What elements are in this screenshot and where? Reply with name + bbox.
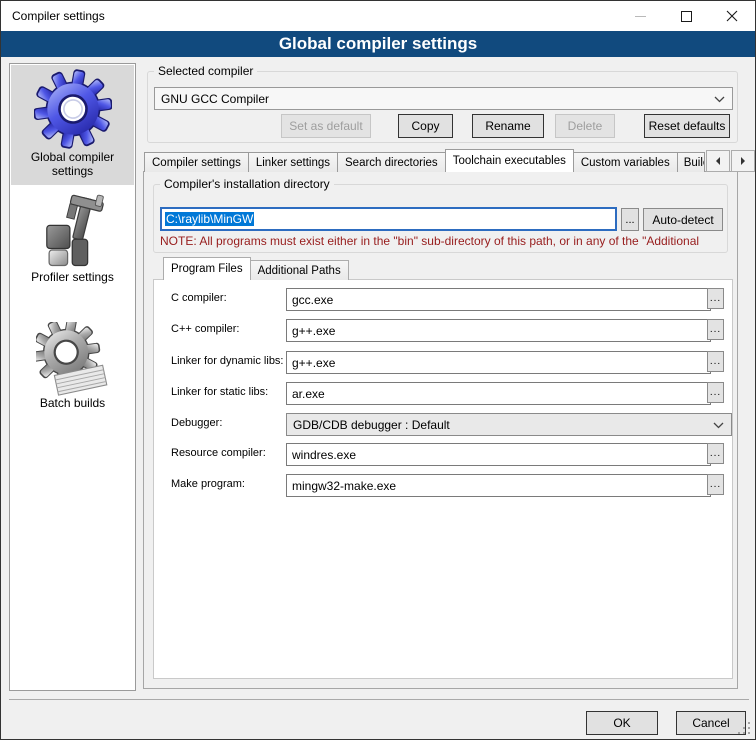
cancel-button[interactable]: Cancel [676,711,746,735]
browse-directory-button[interactable]: ... [621,208,639,231]
toolchain-executables-panel: Compiler's installation directory C:\ray… [143,171,738,689]
sidebar-item-global-compiler-settings[interactable]: Global compiler settings [11,65,134,185]
arrow-right-icon [740,157,746,165]
rename-button[interactable]: Rename [472,114,544,138]
window-title: Compiler settings [12,9,105,23]
tab-linker-settings[interactable]: Linker settings [248,152,338,172]
static-linker-label: Linker for static libs: [171,382,268,403]
maximize-button[interactable] [663,1,709,31]
group-label: Selected compiler [154,64,257,78]
delete-button[interactable]: Delete [555,114,615,138]
sidebar-item-label: Profiler settings [21,270,125,284]
installation-directory-input[interactable]: C:\raylib\MinGW [160,207,617,231]
tab-build-options-truncated[interactable]: Builc [677,152,705,172]
bin-subdirectory-note: NOTE: All programs must exist either in … [160,234,723,248]
field-row: Linker for static libs: ar.exe ... [154,382,732,403]
subtab-additional-paths[interactable]: Additional Paths [250,260,349,280]
tab-toolchain-executables[interactable]: Toolchain executables [445,149,574,172]
tab-custom-variables[interactable]: Custom variables [573,152,678,172]
subtab-program-files[interactable]: Program Files [163,257,251,280]
title-bar: Compiler settings [1,1,755,31]
close-icon [726,10,738,22]
resize-grip[interactable] [748,732,750,734]
browse-button[interactable]: ... [707,319,724,340]
tab-scroll-left-button[interactable] [706,150,730,172]
copy-button[interactable]: Copy [398,114,453,138]
settings-sidebar: Global compiler settings Profiler settin… [9,63,136,691]
dynamic-linker-label: Linker for dynamic libs: [171,351,284,372]
programs-tab-bar: Program Files Additional Paths [163,258,349,280]
browse-button[interactable]: ... [707,443,724,464]
sidebar-item-label: Global compiler settings [21,150,125,178]
sidebar-item-batch-builds[interactable]: Batch builds [11,318,134,422]
resource-compiler-input[interactable]: windres.exe [286,443,711,466]
chevron-down-icon [713,422,724,429]
installation-directory-group: Compiler's installation directory C:\ray… [153,184,728,253]
selected-compiler-group: Selected compiler GNU GCC Compiler Set a… [147,71,738,143]
group-label: Compiler's installation directory [160,177,334,191]
compiler-select[interactable]: GNU GCC Compiler [154,87,733,110]
auto-detect-button[interactable]: Auto-detect [643,208,723,231]
field-row: Resource compiler: windres.exe ... [154,443,732,464]
browse-button[interactable]: ... [707,382,724,403]
profiler-caliper-icon [36,190,110,270]
selected-path-text: C:\raylib\MinGW [165,212,254,226]
resource-compiler-label: Resource compiler: [171,443,266,464]
maximize-icon [681,11,692,22]
browse-button[interactable]: ... [707,474,724,495]
static-linker-input[interactable]: ar.exe [286,382,711,405]
set-as-default-button[interactable]: Set as default [281,114,371,138]
compiler-select-value: GNU GCC Compiler [161,92,269,106]
field-row: Linker for dynamic libs: g++.exe ... [154,351,732,372]
debugger-select[interactable]: GDB/CDB debugger : Default [286,413,732,436]
cpp-compiler-label: C++ compiler: [171,319,239,340]
dynamic-linker-input[interactable]: g++.exe [286,351,711,374]
minimize-icon [635,16,646,17]
close-button[interactable] [709,1,755,31]
ok-button[interactable]: OK [586,711,658,735]
c-compiler-input[interactable]: gcc.exe [286,288,711,311]
make-program-label: Make program: [171,474,245,495]
page-title: Global compiler settings [279,34,477,54]
browse-button[interactable]: ... [707,351,724,372]
dialog-header: Global compiler settings [1,31,755,57]
footer-separator [9,699,749,700]
field-row: C++ compiler: g++.exe ... [154,319,732,340]
field-row: Debugger: GDB/CDB debugger : Default [154,413,732,434]
compiler-settings-dialog: Compiler settings Global compiler settin… [0,0,756,740]
c-compiler-label: C compiler: [171,288,227,309]
cpp-compiler-input[interactable]: g++.exe [286,319,711,342]
browse-button[interactable]: ... [707,288,724,309]
arrow-left-icon [715,157,721,165]
sidebar-item-profiler-settings[interactable]: Profiler settings [11,188,134,300]
settings-tab-bar: Compiler settings Linker settings Search… [144,149,705,172]
make-program-input[interactable]: mingw32-make.exe [286,474,711,497]
chevron-down-icon [714,96,725,103]
tab-compiler-settings[interactable]: Compiler settings [144,152,249,172]
reset-defaults-button[interactable]: Reset defaults [644,114,730,138]
blue-gear-icon [34,68,112,150]
batch-builds-icon [36,322,110,396]
program-files-panel: C compiler: gcc.exe ... C++ compiler: g+… [153,279,733,679]
debugger-label: Debugger: [171,413,222,434]
tab-scroll-right-button[interactable] [731,150,755,172]
minimize-button[interactable] [617,1,663,31]
field-row: Make program: mingw32-make.exe ... [154,474,732,495]
field-row: C compiler: gcc.exe ... [154,288,732,309]
debugger-select-value: GDB/CDB debugger : Default [293,418,450,432]
tab-search-directories[interactable]: Search directories [337,152,446,172]
sidebar-item-label: Batch builds [21,396,125,410]
